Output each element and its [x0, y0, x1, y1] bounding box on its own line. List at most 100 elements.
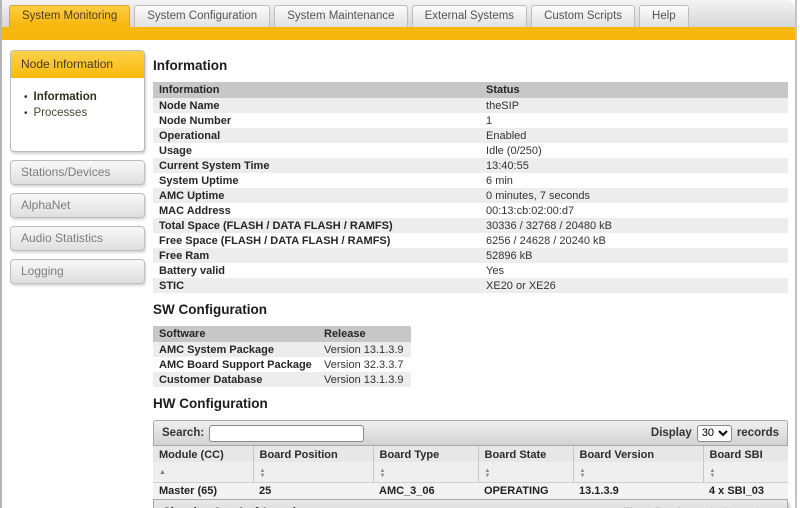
section-title-information: Information: [153, 58, 788, 73]
table-row: OperationalEnabled: [153, 128, 788, 143]
info-value: 0 minutes, 7 seconds: [480, 188, 788, 203]
tab-external-systems[interactable]: External Systems: [412, 5, 527, 27]
sidebar-subitem-information[interactable]: • Information: [24, 91, 138, 103]
info-label: MAC Address: [153, 203, 480, 218]
app-window: System Monitoring System Configuration S…: [0, 0, 797, 508]
info-label: Free Space (FLASH / DATA FLASH / RAMFS): [153, 233, 480, 248]
search-label: Search:: [162, 427, 204, 439]
search-input[interactable]: [209, 425, 364, 442]
sort-both-icon: ▲▼: [710, 469, 716, 478]
info-label: Usage: [153, 143, 480, 158]
display-label: Display: [651, 427, 692, 439]
sidebar-item-alphanet[interactable]: AlphaNet: [10, 193, 145, 218]
hw-table-row: Master (65) 25 AMC_3_06 OPERATING 13.1.3…: [153, 483, 788, 500]
info-value: 00:13:cb:02:00:d7: [480, 203, 788, 218]
sidebar-item-audio-statistics[interactable]: Audio Statistics: [10, 226, 145, 251]
sidebar-item-node-information[interactable]: Node Information: [11, 51, 144, 78]
table-row: UsageIdle (0/250): [153, 143, 788, 158]
sort-both-icon: ▲▼: [580, 469, 586, 478]
datatable-toolbar: Search: Display 30 records: [153, 420, 788, 446]
column-header-module-cc[interactable]: Module (CC): [153, 446, 253, 462]
sidebar-item-stations-devices[interactable]: Stations/Devices: [10, 160, 145, 185]
section-title-sw-configuration: SW Configuration: [153, 302, 788, 317]
sw-value: Version 32.3.3.7: [318, 357, 411, 372]
info-value: theSIP: [480, 98, 788, 113]
column-header-board-version[interactable]: Board Version: [573, 446, 703, 462]
sort-both-icon: ▲▼: [485, 469, 491, 478]
tab-system-monitoring[interactable]: System Monitoring: [9, 5, 130, 27]
column-header-information: Information: [153, 82, 480, 98]
table-row: Customer DatabaseVersion 13.1.3.9: [153, 372, 411, 387]
sw-label: Customer Database: [153, 372, 318, 387]
table-row: Node Number1: [153, 113, 788, 128]
table-row: Free Space (FLASH / DATA FLASH / RAMFS)6…: [153, 233, 788, 248]
hw-cell-board-position: 25: [253, 483, 373, 500]
tab-system-maintenance[interactable]: System Maintenance: [274, 5, 407, 27]
table-header-row: Software Release: [153, 326, 411, 342]
info-value: 30336 / 32768 / 20480 kB: [480, 218, 788, 233]
info-label: AMC Uptime: [153, 188, 480, 203]
info-label: Battery valid: [153, 263, 480, 278]
info-value: 6 min: [480, 173, 788, 188]
hw-sort-row: ▲ ▲▼ ▲▼ ▲▼ ▲▼ ▲▼: [153, 462, 788, 483]
hw-header-row: Module (CC) Board Position Board Type Bo…: [153, 446, 788, 462]
info-label: Operational: [153, 128, 480, 143]
sw-value: Version 13.1.3.9: [318, 342, 411, 357]
datatable-footer: Showing 1 to 1 of 1 entries First Previo…: [153, 500, 788, 508]
hw-cell-board-type: AMC_3_06: [373, 483, 478, 500]
table-row: AMC System PackageVersion 13.1.3.9: [153, 342, 411, 357]
info-label: Free Ram: [153, 248, 480, 263]
info-value: XE20 or XE26: [480, 278, 788, 293]
section-title-hw-configuration: HW Configuration: [153, 396, 788, 411]
information-table: Information Status Node NametheSIP Node …: [153, 82, 788, 293]
table-row: Battery validYes: [153, 263, 788, 278]
bullet-icon: •: [24, 92, 28, 103]
sidebar-subnav: • Information • Processes: [11, 78, 144, 151]
tab-help[interactable]: Help: [639, 5, 689, 27]
info-label: STIC: [153, 278, 480, 293]
column-header-software: Software: [153, 326, 318, 342]
sidebar-subitem-processes[interactable]: • Processes: [24, 107, 138, 119]
info-label: Total Space (FLASH / DATA FLASH / RAMFS): [153, 218, 480, 233]
info-value: 1: [480, 113, 788, 128]
info-label: System Uptime: [153, 173, 480, 188]
info-label: Node Name: [153, 98, 480, 113]
info-value: Enabled: [480, 128, 788, 143]
column-header-board-sbi[interactable]: Board SBI: [703, 446, 788, 462]
table-header-row: Information Status: [153, 82, 788, 98]
tab-system-configuration[interactable]: System Configuration: [134, 5, 270, 27]
hw-cell-board-sbi: 4 x SBI_03: [703, 483, 788, 500]
info-value: 13:40:55: [480, 158, 788, 173]
info-value: Yes: [480, 263, 788, 278]
hw-table: Module (CC) Board Position Board Type Bo…: [153, 446, 788, 500]
main-content: Information Information Status Node Name…: [153, 50, 788, 508]
sw-value: Version 13.1.3.9: [318, 372, 411, 387]
sidebar-item-logging[interactable]: Logging: [10, 259, 145, 284]
top-tab-bar: System Monitoring System Configuration S…: [2, 0, 795, 27]
table-row: Node NametheSIP: [153, 98, 788, 113]
hw-cell-board-version: 13.1.3.9: [573, 483, 703, 500]
tab-custom-scripts[interactable]: Custom Scripts: [531, 5, 635, 27]
sort-asc-icon: ▲: [159, 469, 166, 476]
sw-label: AMC Board Support Package: [153, 357, 318, 372]
info-value: Idle (0/250): [480, 143, 788, 158]
table-row: Free Ram52896 kB: [153, 248, 788, 263]
table-row: System Uptime6 min: [153, 173, 788, 188]
records-label: records: [737, 427, 779, 439]
table-row: Current System Time13:40:55: [153, 158, 788, 173]
column-header-board-state[interactable]: Board State: [478, 446, 573, 462]
sort-both-icon: ▲▼: [260, 469, 266, 478]
info-label: Node Number: [153, 113, 480, 128]
hw-cell-board-state: OPERATING: [478, 483, 573, 500]
sidebar-subitem-label: Processes: [34, 107, 88, 119]
records-per-page-select[interactable]: 30: [697, 425, 732, 442]
sw-label: AMC System Package: [153, 342, 318, 357]
hw-cell-module: Master (65): [153, 483, 253, 500]
sidebar-panel-node-information: Node Information • Information • Process…: [10, 50, 145, 152]
column-header-board-position[interactable]: Board Position: [253, 446, 373, 462]
column-header-board-type[interactable]: Board Type: [373, 446, 478, 462]
info-label: Current System Time: [153, 158, 480, 173]
sw-configuration-table: Software Release AMC System PackageVersi…: [153, 326, 411, 387]
hw-configuration-datatable: Search: Display 30 records: [153, 420, 788, 508]
info-value: 52896 kB: [480, 248, 788, 263]
